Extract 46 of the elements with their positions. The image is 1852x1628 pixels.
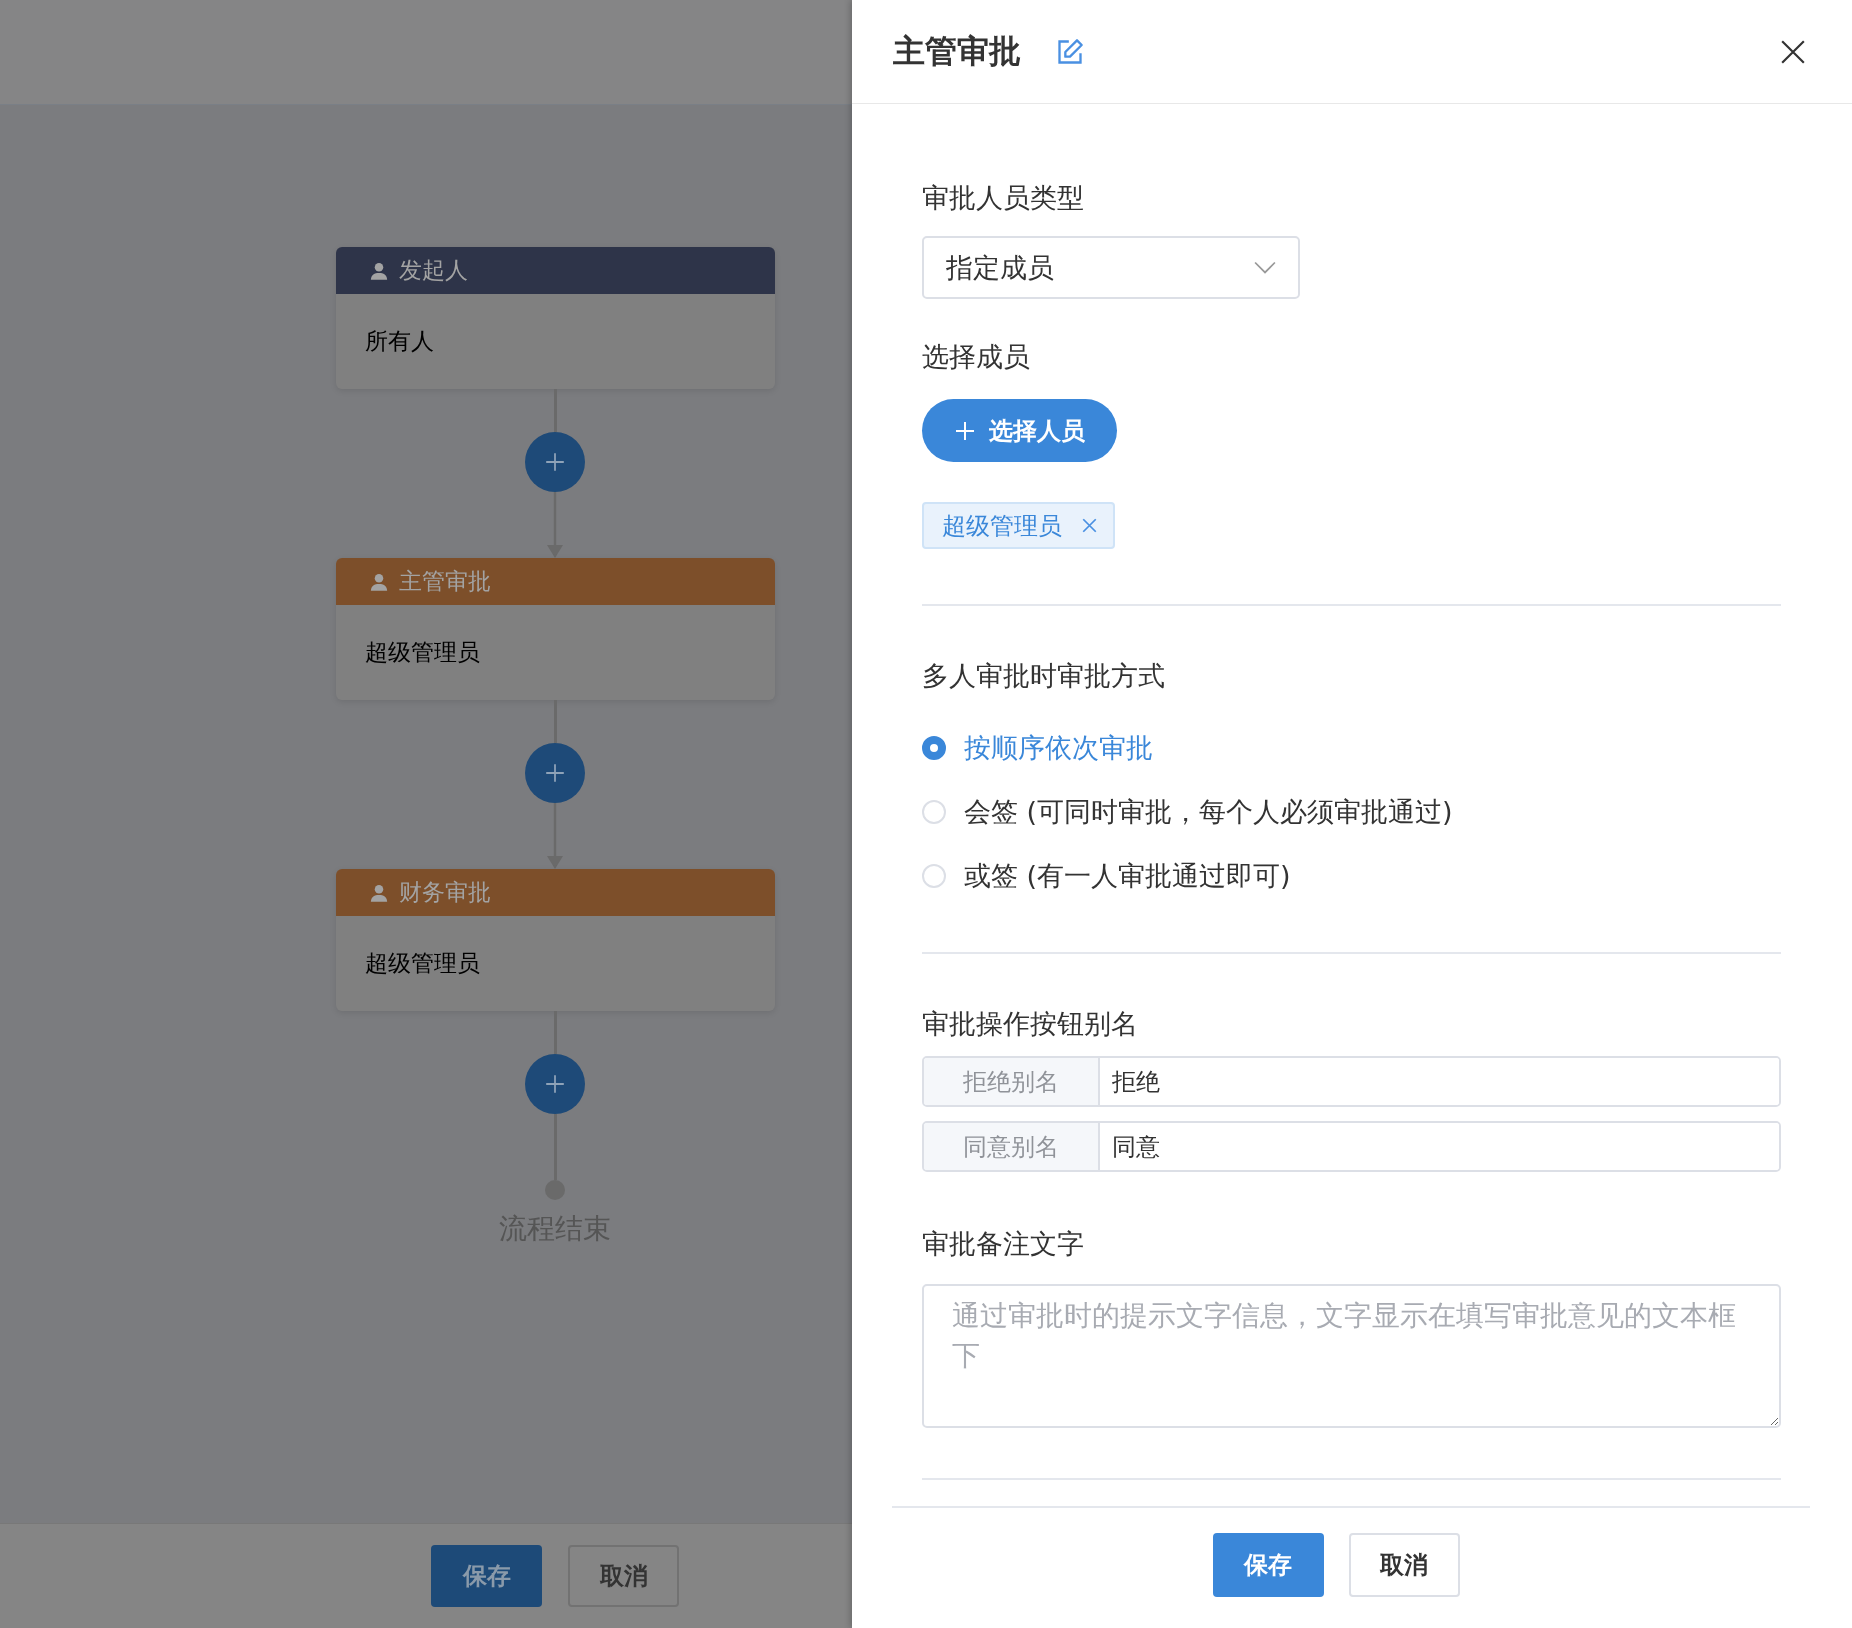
plus-icon [544, 1073, 566, 1095]
flow-node[interactable]: 财务审批 超级管理员 [335, 869, 775, 1011]
input-prefix: 同意别名 [924, 1123, 1100, 1170]
select-people-button[interactable]: 选择人员 [922, 399, 1117, 462]
field-label: 审批备注文字 [922, 1227, 1084, 1261]
flow-node[interactable]: 主管审批 超级管理员 [335, 558, 775, 700]
user-icon [368, 571, 389, 592]
save-button[interactable]: 保存 [1212, 1533, 1324, 1597]
type-select[interactable]: 指定成员 [922, 236, 1300, 299]
field-label: 审批人员类型 [922, 181, 1084, 215]
alias-input[interactable]: 同意别名 同意 [922, 1121, 1781, 1172]
plus-icon [954, 420, 975, 441]
chevron-down-icon [1254, 260, 1276, 275]
radio-option[interactable]: 或签 (有一人审批通过即可) [922, 844, 1453, 908]
drawer-title: 主管审批 [893, 30, 1021, 72]
radio-button[interactable] [922, 736, 946, 760]
user-icon [368, 260, 389, 281]
add-node-button[interactable] [525, 743, 585, 803]
node-title: 发起人 [398, 256, 468, 285]
connector-arrow [545, 492, 565, 558]
node-title: 财务审批 [398, 878, 491, 907]
flow-node[interactable]: 发起人 所有人 [335, 247, 775, 389]
radio-option[interactable]: 会签 (可同时审批，每个人必须审批通过) [922, 780, 1453, 844]
node-content: 超级管理员 [364, 949, 480, 978]
cancel-button[interactable]: 取消 [568, 1545, 679, 1607]
cancel-button[interactable]: 取消 [1348, 1533, 1460, 1597]
add-node-button[interactable] [525, 432, 585, 492]
node-content: 超级管理员 [364, 638, 480, 667]
field-label: 选择成员 [922, 340, 1030, 374]
plus-icon [544, 451, 566, 473]
alias-input[interactable]: 拒绝别名 拒绝 [922, 1056, 1781, 1107]
edit-icon[interactable] [1056, 37, 1084, 66]
user-icon [368, 882, 389, 903]
radio-option[interactable]: 按顺序依次审批 [922, 716, 1453, 780]
remark-textarea[interactable]: 通过审批时的提示文字信息，文字显示在填写审批意见的文本框下 [922, 1284, 1781, 1428]
close-icon[interactable] [1780, 38, 1806, 65]
input-prefix: 拒绝别名 [924, 1058, 1100, 1105]
field-label: 多人审批时审批方式 [922, 659, 1165, 693]
connector-arrow [545, 803, 565, 869]
node-content: 所有人 [364, 327, 434, 356]
plus-icon [544, 762, 566, 784]
add-node-button[interactable] [525, 1054, 585, 1114]
save-button[interactable]: 保存 [431, 1545, 542, 1607]
field-label: 审批操作按钮别名 [922, 1007, 1138, 1041]
tag-label: 超级管理员 [942, 510, 1062, 542]
node-title: 主管审批 [398, 567, 491, 596]
